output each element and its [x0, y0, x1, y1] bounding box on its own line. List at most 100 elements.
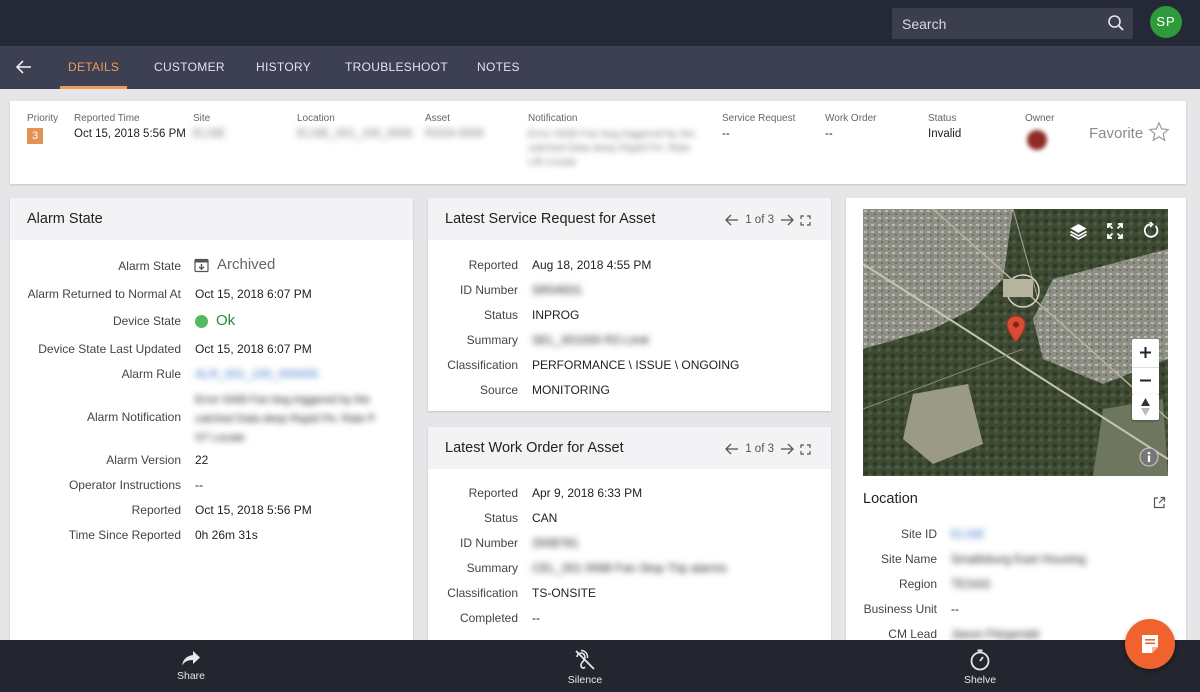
- info-icon[interactable]: [1139, 447, 1159, 467]
- location-field: Location ELSIE_001_100_0005: [297, 113, 413, 142]
- site-label: Site: [193, 113, 211, 124]
- external-link-icon[interactable]: [1153, 496, 1166, 509]
- panel-title: Latest Service Request for Asset: [445, 211, 656, 227]
- favorite-label[interactable]: Favorite: [1089, 125, 1143, 142]
- search-input[interactable]: [892, 8, 1102, 39]
- wo-status-label: Status: [483, 511, 518, 525]
- sr-status-label: Status: [483, 308, 518, 322]
- search-box[interactable]: [892, 8, 1133, 39]
- arrow-right-icon[interactable]: [780, 214, 794, 226]
- work-order-field: Work Order --: [825, 113, 877, 142]
- layers-icon[interactable]: [1069, 222, 1088, 241]
- alarm-notification-line: catched Data deep Rapid Pe: Rate P: [195, 413, 376, 425]
- sr-source-label: Source: [479, 383, 518, 397]
- sr-status-value: INPROG: [532, 308, 580, 322]
- sr-classification-value: PERFORMANCE \ ISSUE \ ONGOING: [532, 358, 740, 372]
- arrow-left-icon[interactable]: [725, 443, 739, 455]
- site-id-label: Site ID: [900, 527, 937, 541]
- sr-classification-label: Classification: [447, 358, 518, 372]
- service-request-label: Service Request: [722, 113, 796, 124]
- site-value[interactable]: ELSIE: [193, 127, 226, 142]
- silence-button[interactable]: Silence: [545, 640, 625, 692]
- reported-label: Reported: [131, 503, 181, 517]
- owner-avatar[interactable]: [1027, 130, 1047, 150]
- region-label: Region: [898, 577, 937, 591]
- alarm-notification-line: Error 0068 Fan beg triggered by the: [195, 394, 370, 406]
- status-field: Status Invalid: [928, 113, 961, 142]
- arrow-right-icon[interactable]: [780, 443, 794, 455]
- share-button[interactable]: Share: [151, 640, 231, 692]
- business-unit-value: --: [951, 602, 959, 616]
- alarm-notification-value: Error 0068 Fan beg triggered by the catc…: [195, 391, 375, 448]
- service-request-field: Service Request --: [722, 113, 795, 142]
- tab-details[interactable]: DETAILS: [59, 46, 128, 89]
- sr-id-value[interactable]: SR04501: [532, 283, 582, 297]
- archive-icon: [194, 258, 209, 272]
- wo-id-value[interactable]: 2008781: [532, 536, 579, 550]
- asset-label: Asset: [425, 113, 451, 124]
- location-pin-icon[interactable]: [1006, 315, 1026, 343]
- sr-reported-value: Aug 18, 2018 4:55 PM: [532, 258, 652, 272]
- priority-badge: 3: [27, 128, 43, 144]
- expand-icon[interactable]: [800, 214, 811, 226]
- wo-id-label: ID Number: [459, 536, 518, 550]
- panel-header: Latest Service Request for Asset 1 of 3: [428, 198, 831, 240]
- alarm-returned-label: Alarm Returned to Normal At: [27, 287, 181, 301]
- search-icon[interactable]: [1107, 14, 1125, 32]
- bottom-action-bar: Share Silence Shelve: [0, 640, 1200, 692]
- notification-field: Notification Error 0068 Fan beg triggere…: [528, 113, 713, 169]
- time-since-reported-value: 0h 26m 31s: [195, 528, 258, 542]
- star-icon[interactable]: [1148, 121, 1170, 143]
- zoom-in-icon[interactable]: [1139, 346, 1152, 359]
- notification-label: Notification: [528, 113, 578, 124]
- alarm-state-label: Alarm State: [118, 259, 181, 273]
- asset-value[interactable]: R2D4-0005: [425, 127, 484, 142]
- alarm-rule-link[interactable]: ALR_001_100_000005: [195, 367, 318, 381]
- fullscreen-icon[interactable]: [1107, 223, 1123, 239]
- business-unit-label: Business Unit: [863, 602, 937, 616]
- device-state-updated-label: Device State Last Updated: [38, 342, 181, 356]
- shelve-button[interactable]: Shelve: [940, 640, 1020, 692]
- wo-classification-value: TS-ONSITE: [532, 586, 597, 600]
- shelve-timer-icon: [970, 649, 990, 671]
- expand-icon[interactable]: [800, 443, 811, 455]
- device-state-updated-value: Oct 15, 2018 6:07 PM: [195, 342, 312, 356]
- avatar[interactable]: SP: [1150, 6, 1182, 38]
- silence-icon: [575, 649, 595, 670]
- site-id-link[interactable]: ELSIE: [951, 527, 985, 541]
- service-request-value: --: [722, 128, 730, 140]
- pager: 1 of 3: [725, 213, 811, 227]
- wo-summary-label: Summary: [466, 561, 518, 575]
- alarm-summary-card: Priority 3 Reported Time Oct 15, 2018 5:…: [10, 101, 1186, 184]
- priority-field: Priority 3: [27, 113, 58, 144]
- wo-status-value: CAN: [532, 511, 558, 525]
- location-map[interactable]: [863, 209, 1168, 476]
- alarm-notification-label: Alarm Notification: [86, 410, 181, 424]
- arrow-left-icon[interactable]: [725, 214, 739, 226]
- tab-troubleshoot[interactable]: TROUBLESHOOT: [345, 46, 448, 89]
- site-name-value: Smallsburg East Housing: [951, 552, 1086, 566]
- silence-label: Silence: [567, 674, 603, 686]
- panel-title: Alarm State: [27, 211, 103, 227]
- location-value[interactable]: ELSIE_001_100_0005: [297, 127, 413, 142]
- zoom-out-icon[interactable]: [1139, 374, 1152, 387]
- panel-title: Latest Work Order for Asset: [445, 440, 624, 456]
- pager-count: 1 of 3: [745, 214, 774, 226]
- alarm-version-value: 22: [195, 453, 209, 467]
- notification-value-line: Lift Locate: [528, 156, 577, 168]
- tab-customer[interactable]: CUSTOMER: [154, 46, 225, 89]
- back-arrow-icon[interactable]: [14, 57, 34, 77]
- compass-icon[interactable]: [1140, 398, 1151, 416]
- tab-notes[interactable]: NOTES: [477, 46, 520, 89]
- tab-history[interactable]: HISTORY: [256, 46, 311, 89]
- work-order-label: Work Order: [825, 113, 877, 124]
- wo-completed-label: Completed: [459, 611, 518, 625]
- sr-summary-value: SEL_001000 R3 Limit: [532, 333, 649, 347]
- alarm-rule-label: Alarm Rule: [121, 367, 181, 381]
- owner-label: Owner: [1025, 113, 1055, 124]
- refresh-icon[interactable]: [1142, 222, 1159, 239]
- work-order-panel: Latest Work Order for Asset 1 of 3 Repor…: [428, 427, 831, 640]
- location-title: Location: [863, 491, 918, 507]
- alarm-state-panel: Alarm State Alarm State Archived Alarm R…: [10, 198, 413, 640]
- notes-fab-button[interactable]: [1125, 619, 1175, 669]
